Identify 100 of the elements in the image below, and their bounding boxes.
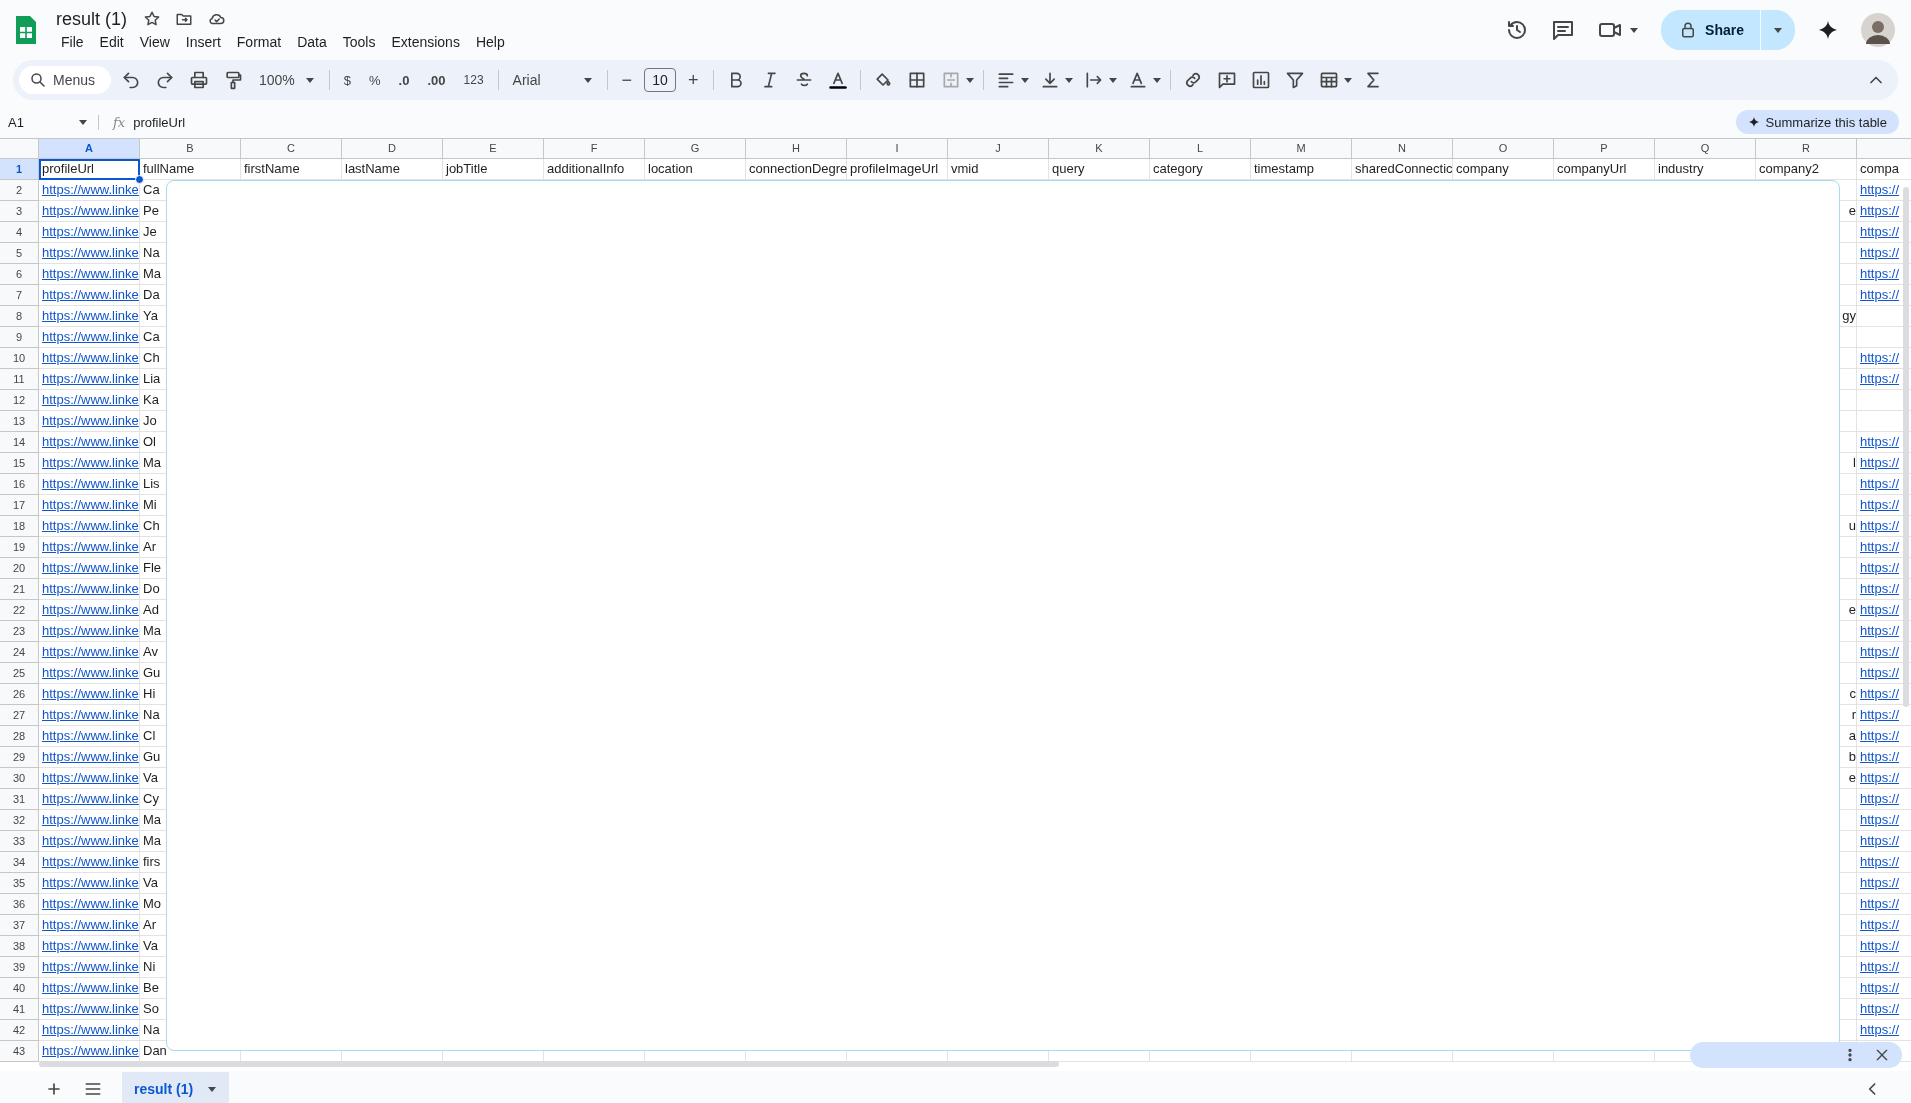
row-number[interactable]: 31 <box>0 789 39 810</box>
link[interactable]: https:// <box>1860 770 1900 785</box>
column-header[interactable]: E <box>443 139 544 159</box>
link[interactable]: https:// <box>1860 476 1900 491</box>
caret-icon[interactable] <box>207 1084 218 1094</box>
link[interactable]: https://www.linke <box>42 539 139 554</box>
link[interactable]: https:// <box>1860 1001 1900 1016</box>
row-number[interactable]: 3 <box>0 201 39 222</box>
caret-icon[interactable] <box>1773 25 1783 35</box>
link[interactable]: https://www.linke <box>42 287 139 302</box>
column-header[interactable]: L <box>1150 139 1251 159</box>
link[interactable]: https:// <box>1860 749 1900 764</box>
table-icon[interactable] <box>1318 70 1339 90</box>
row-number[interactable]: 39 <box>0 957 39 978</box>
link[interactable]: https:// <box>1860 560 1900 575</box>
menu-item[interactable]: Format <box>229 31 289 52</box>
row-number[interactable]: 14 <box>0 432 39 453</box>
link[interactable]: https:// <box>1860 665 1900 680</box>
link[interactable]: https://www.linke <box>42 959 139 974</box>
row-number[interactable]: 32 <box>0 810 39 831</box>
link[interactable]: https://www.linke <box>42 518 139 533</box>
link[interactable]: https:// <box>1860 182 1900 197</box>
link[interactable]: https:// <box>1860 602 1900 617</box>
link[interactable]: https://www.linke <box>42 329 139 344</box>
caret-icon[interactable] <box>1151 75 1162 85</box>
caret-icon[interactable] <box>582 75 593 85</box>
row-number[interactable]: 8 <box>0 306 39 327</box>
column-header[interactable]: K <box>1049 139 1150 159</box>
link[interactable]: https://www.linke <box>42 1043 139 1058</box>
text-color-icon[interactable] <box>827 70 848 90</box>
row-number[interactable]: 20 <box>0 558 39 579</box>
link[interactable]: https:// <box>1860 539 1900 554</box>
paint-roller-icon[interactable] <box>223 70 243 90</box>
link[interactable]: https:// <box>1860 350 1900 365</box>
link[interactable]: https:// <box>1860 875 1900 890</box>
link[interactable]: https:// <box>1860 686 1900 701</box>
menu-item[interactable]: Insert <box>178 31 228 52</box>
link[interactable]: https://www.linke <box>42 560 139 575</box>
column-header[interactable]: B <box>140 139 241 159</box>
row-number[interactable]: 18 <box>0 516 39 537</box>
row-number[interactable]: 23 <box>0 621 39 642</box>
name-box[interactable]: A1 <box>8 114 24 130</box>
menu-item[interactable]: Help <box>468 31 512 52</box>
row-number[interactable]: 16 <box>0 474 39 495</box>
link[interactable]: https://www.linke <box>42 833 139 848</box>
row-number[interactable]: 30 <box>0 768 39 789</box>
caret-icon[interactable] <box>1629 25 1640 35</box>
row-number[interactable]: 13 <box>0 411 39 432</box>
row-number[interactable]: 15 <box>0 453 39 474</box>
link[interactable]: https://www.linke <box>42 980 139 995</box>
link[interactable]: https:// <box>1860 581 1900 596</box>
comment-icon[interactable] <box>1551 18 1576 42</box>
column-header[interactable]: M <box>1251 139 1352 159</box>
undo-icon[interactable] <box>121 70 141 90</box>
link[interactable]: https://www.linke <box>42 728 139 743</box>
row-number[interactable]: 38 <box>0 936 39 957</box>
number-format-button[interactable]: 123 <box>457 69 490 91</box>
link[interactable]: https://www.linke <box>42 686 139 701</box>
column-header[interactable]: H <box>746 139 847 159</box>
horizontal-scrollbar[interactable] <box>39 1061 1059 1067</box>
row-number[interactable]: 43 <box>0 1041 39 1062</box>
row-number[interactable]: 24 <box>0 642 39 663</box>
column-header[interactable]: A <box>39 139 140 159</box>
sheet-tab[interactable]: result (1) <box>122 1072 230 1103</box>
link[interactable]: https://www.linke <box>42 623 139 638</box>
font-dropdown[interactable]: Arial <box>506 68 599 92</box>
caret-icon[interactable] <box>78 117 88 127</box>
link[interactable]: https://www.linke <box>42 203 139 218</box>
link[interactable]: https://www.linke <box>42 245 139 260</box>
caret-icon[interactable] <box>1107 75 1118 85</box>
row-number[interactable]: 37 <box>0 915 39 936</box>
link[interactable]: https:// <box>1860 497 1900 512</box>
column-header[interactable]: J <box>948 139 1049 159</box>
link[interactable]: https:// <box>1860 707 1900 722</box>
add-comment-icon[interactable] <box>1216 70 1237 90</box>
menu-item[interactable]: View <box>132 31 177 52</box>
link[interactable]: https:// <box>1860 728 1900 743</box>
row-number[interactable]: 22 <box>0 600 39 621</box>
row-number[interactable]: 12 <box>0 390 39 411</box>
column-header[interactable]: F <box>544 139 645 159</box>
link[interactable]: https:// <box>1860 833 1900 848</box>
column-header[interactable]: N <box>1352 139 1453 159</box>
link[interactable]: https://www.linke <box>42 581 139 596</box>
link[interactable]: https://www.linke <box>42 1022 139 1037</box>
row-number[interactable]: 9 <box>0 327 39 348</box>
row-number[interactable]: 6 <box>0 264 39 285</box>
document-title[interactable]: result (1) <box>54 8 129 30</box>
link[interactable]: https:// <box>1860 455 1900 470</box>
row-number[interactable]: 2 <box>0 180 39 201</box>
link[interactable]: https://www.linke <box>42 476 139 491</box>
row-number[interactable]: 19 <box>0 537 39 558</box>
link[interactable]: https:// <box>1860 644 1900 659</box>
row-number[interactable]: 28 <box>0 726 39 747</box>
link[interactable]: https:// <box>1860 245 1900 260</box>
avatar[interactable] <box>1861 13 1895 47</box>
link[interactable]: https://www.linke <box>42 350 139 365</box>
caret-icon[interactable] <box>964 75 975 85</box>
column-header[interactable]: C <box>241 139 342 159</box>
row-number[interactable]: 17 <box>0 495 39 516</box>
row-number[interactable]: 5 <box>0 243 39 264</box>
